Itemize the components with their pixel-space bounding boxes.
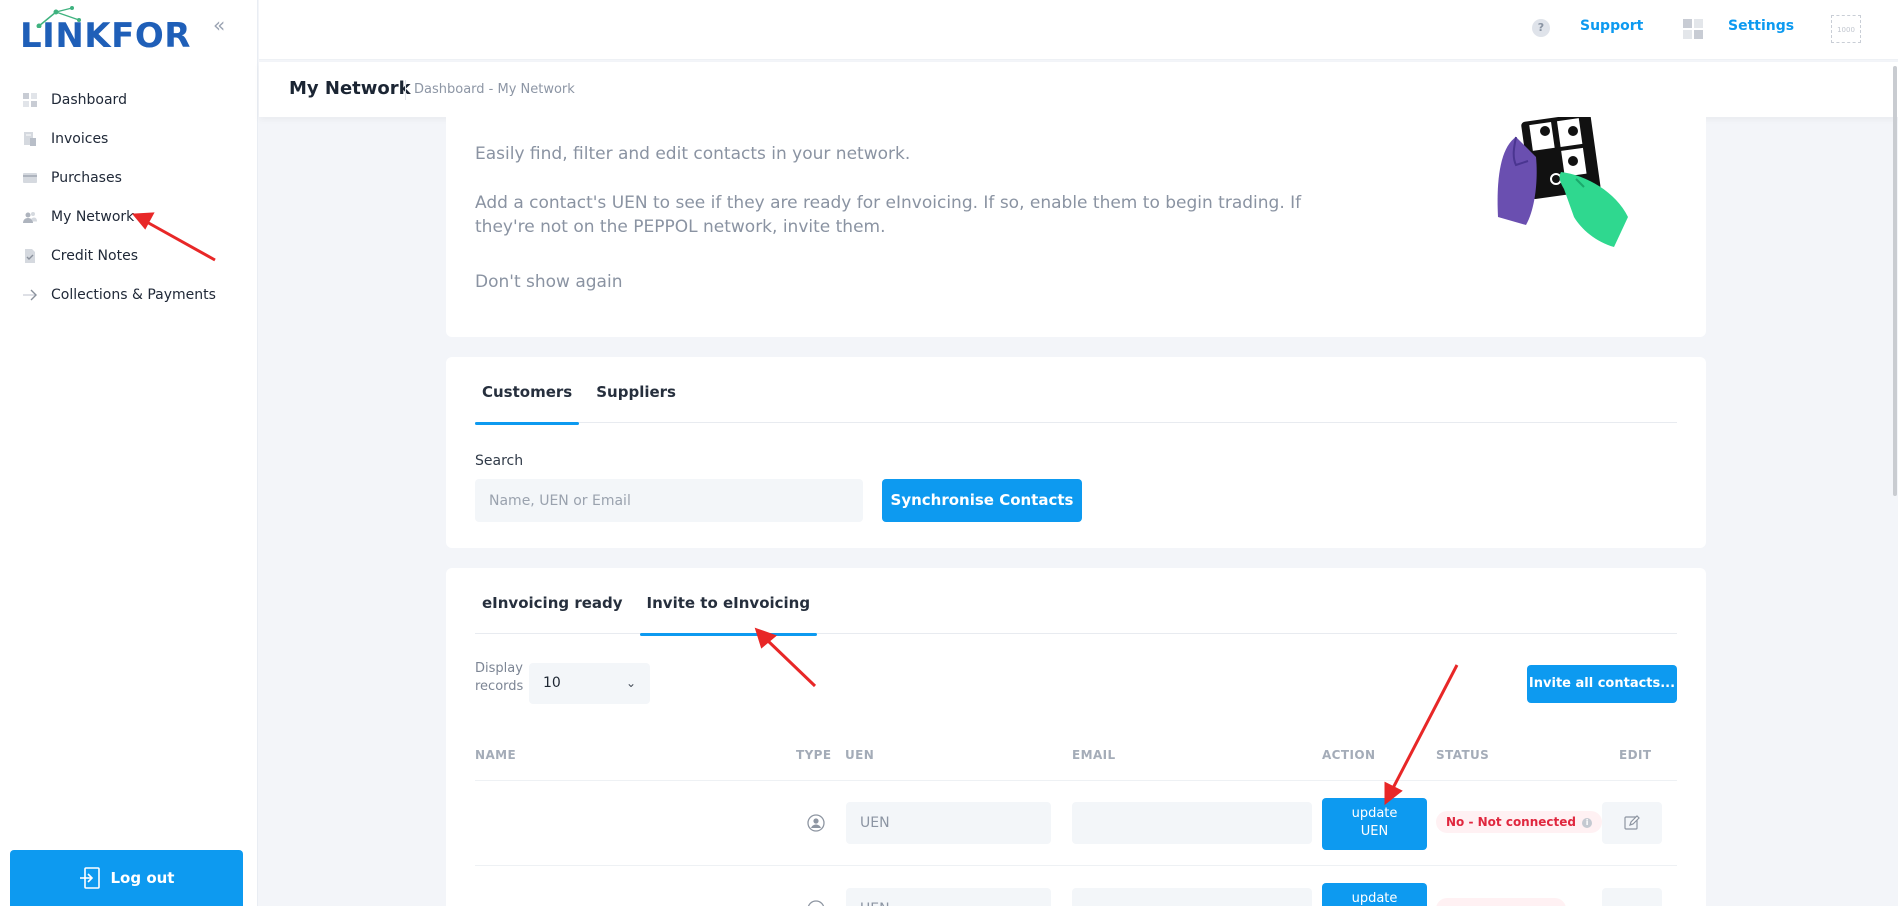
display-records-select[interactable]: 10 ⌄ — [529, 663, 650, 704]
help-icon[interactable]: ? — [1532, 19, 1550, 37]
sidebar-item-my-network[interactable]: My Network — [0, 197, 258, 236]
user-avatar[interactable]: 1000 — [1831, 15, 1861, 43]
settings-grid-icon[interactable] — [1682, 18, 1704, 40]
status-badge: No - Not connected i — [1436, 811, 1603, 833]
info-icon[interactable]: i — [1582, 817, 1593, 828]
sidebar-item-collections-payments[interactable]: Collections & Payments — [0, 275, 258, 314]
sidebar-item-invoices[interactable]: Invoices — [0, 119, 258, 158]
sidebar-item-label: Dashboard — [51, 91, 127, 108]
logo-network-icon — [36, 6, 81, 28]
column-header-email: EMAIL — [1072, 748, 1116, 762]
contact-type-tabs: Customers Suppliers — [475, 377, 1677, 425]
uen-input[interactable]: UEN — [846, 888, 1051, 906]
top-bar: ? Support Settings 1000 — [259, 0, 1898, 60]
column-header-status: STATUS — [1436, 748, 1490, 762]
person-type-icon — [807, 814, 825, 832]
status-badge — [1436, 898, 1566, 906]
card-icon — [20, 168, 40, 188]
logout-icon — [79, 867, 100, 889]
column-header-edit: EDIT — [1619, 748, 1652, 762]
column-header-type: TYPE — [796, 748, 832, 762]
page-title: My Network — [289, 78, 411, 99]
tab-invite-to-einvoicing[interactable]: Invite to eInvoicing — [639, 588, 818, 636]
sidebar-item-credit-notes[interactable]: Credit Notes — [0, 236, 258, 275]
info-line-3: they're not on the PEPPOL network, invit… — [475, 217, 886, 237]
sidebar-item-purchases[interactable]: Purchases — [0, 158, 258, 197]
edit-contact-button[interactable] — [1602, 888, 1662, 906]
einvoicing-status-tabs: eInvoicing ready Invite to eInvoicing — [475, 588, 1677, 636]
tab-customers[interactable]: Customers — [475, 377, 580, 425]
contacts-table-card: eInvoicing ready Invite to eInvoicing Di… — [446, 568, 1706, 906]
search-card: Customers Suppliers Search Synchronise C… — [446, 357, 1706, 548]
display-records-label: Display records — [475, 660, 523, 696]
tab-suppliers[interactable]: Suppliers — [589, 377, 683, 423]
breadcrumb: Dashboard - My Network — [414, 82, 575, 97]
page-header: My Network Dashboard - My Network — [259, 62, 1898, 117]
status-text: No - Not connected — [1446, 815, 1576, 829]
arrow-right-icon — [20, 285, 40, 305]
person-type-icon — [807, 900, 825, 906]
update-uen-label-line-1: update — [1351, 891, 1398, 906]
sidebar-item-label: Purchases — [51, 169, 122, 186]
support-link[interactable]: Support — [1580, 18, 1643, 34]
update-uen-label-line-2: UEN — [1360, 824, 1389, 839]
update-uen-button[interactable]: update — [1322, 883, 1427, 906]
title-divider — [405, 80, 406, 100]
search-label: Search — [475, 453, 524, 469]
sidebar-item-label: Credit Notes — [51, 247, 138, 264]
settings-link[interactable]: Settings — [1728, 18, 1794, 34]
uen-input[interactable]: UEN — [846, 802, 1051, 844]
sidebar-item-label: Collections & Payments — [51, 286, 216, 303]
search-input[interactable] — [475, 479, 863, 522]
invoice-icon — [20, 129, 40, 149]
credit-note-icon — [20, 246, 40, 266]
synchronise-contacts-button[interactable]: Synchronise Contacts — [882, 479, 1082, 522]
display-label-line-1: Display — [475, 661, 523, 676]
people-icon — [20, 207, 40, 227]
sidebar-item-label: Invoices — [51, 130, 109, 147]
column-header-name: NAME — [475, 748, 517, 762]
column-header-action: ACTION — [1322, 748, 1376, 762]
dashboard-icon — [20, 90, 40, 110]
collapse-sidebar-icon[interactable]: « — [213, 15, 233, 36]
info-line-2: Add a contact's UEN to see if they are r… — [475, 193, 1302, 213]
email-input[interactable] — [1072, 802, 1312, 844]
network-illustration — [1497, 117, 1628, 247]
info-card: Easily find, filter and edit contacts in… — [446, 117, 1706, 337]
row-divider — [475, 865, 1677, 866]
display-label-line-2: records — [475, 679, 524, 694]
sidebar: LINKFOR « Dashboard Invoices Purchases M — [0, 0, 258, 906]
header-divider — [475, 780, 1677, 781]
invite-all-contacts-button[interactable]: Invite all contacts... — [1527, 665, 1677, 703]
edit-contact-button[interactable] — [1602, 802, 1662, 844]
sidebar-item-dashboard[interactable]: Dashboard — [0, 80, 258, 119]
display-records-value: 10 — [543, 675, 561, 691]
page-scrollbar[interactable] — [1893, 66, 1897, 496]
chevron-down-icon: ⌄ — [625, 676, 636, 690]
email-input[interactable] — [1072, 888, 1312, 906]
update-uen-button[interactable]: update UEN — [1322, 798, 1427, 850]
update-uen-label-line-1: update — [1351, 806, 1398, 821]
column-header-uen: UEN — [845, 748, 875, 762]
info-line-1: Easily find, filter and edit contacts in… — [475, 144, 911, 164]
logout-button[interactable]: Log out — [10, 850, 243, 906]
logout-label: Log out — [110, 869, 175, 887]
dont-show-again-link[interactable]: Don't show again — [475, 270, 622, 294]
tab-einvoicing-ready[interactable]: eInvoicing ready — [475, 588, 630, 634]
sidebar-item-label: My Network — [51, 208, 135, 225]
edit-icon — [1624, 815, 1640, 830]
app-logo[interactable]: LINKFOR — [20, 6, 191, 56]
sidebar-nav: Dashboard Invoices Purchases My Network … — [0, 80, 258, 314]
